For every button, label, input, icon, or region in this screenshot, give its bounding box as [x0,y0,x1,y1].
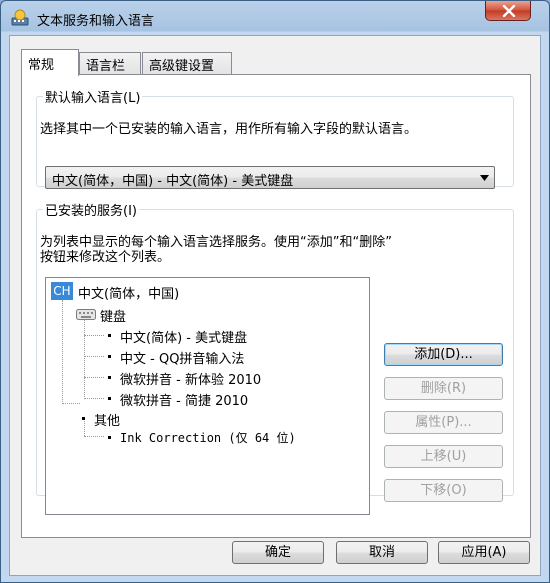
installed-services-legend: 已安装的服务(I) [45,204,137,219]
tree-item-language[interactable]: CH 中文(简体，中国) [46,278,246,304]
dialog-window: 文本服务和输入语言 常规 语言栏 高级键设置 默认输入语言(L) 选择其中一个已… [0,0,550,583]
tab-general[interactable]: 常规 [21,49,79,76]
bullet [108,334,111,337]
tree-item-keyboard-group[interactable]: 键盘 [76,304,196,326]
default-language-group: 默认输入语言(L) 选择其中一个已安装的输入语言，用作所有输入字段的默认语言。 … [36,87,514,189]
add-button[interactable]: 添加(D)... [384,343,503,366]
tree-guide [84,377,104,378]
bullet [108,436,111,439]
services-tree[interactable]: CH 中文(简体，中国) 键盘 中文(简体) - 美式键盘 中文 - QQ拼音输… [45,277,370,515]
tree-item-keyboard[interactable]: 中文(简体) - 美式键盘 [104,326,344,346]
keyboard-label: 微软拼音 - 新体验 2010 [120,373,262,388]
tree-guide [62,300,63,404]
tree-item-other-group[interactable]: 其他 [80,409,200,429]
close-icon [502,5,516,17]
installed-services-description-line2: 按钮来修改这个列表。 [40,250,171,265]
tree-guide [84,398,104,399]
chevron-down-icon [480,175,489,181]
installed-services-description-line1: 为列表中显示的每个输入语言选择服务。使用“添加”和“删除” [40,235,392,250]
keyboard-group-label: 键盘 [100,310,127,325]
bullet [108,397,111,400]
title-bar[interactable]: 文本服务和输入语言 [1,1,549,35]
tree-item-keyboard[interactable]: 中文 - QQ拼音输入法 [104,347,344,367]
remove-button[interactable]: 删除(R) [384,377,503,400]
installed-services-group: 已安装的服务(I) 为列表中显示的每个输入语言选择服务。使用“添加”和“删除” … [36,200,514,515]
keyboard-icon [76,309,96,320]
tree-item-keyboard[interactable]: 微软拼音 - 简捷 2010 [104,389,344,409]
tree-guide [84,316,85,399]
bullet [108,355,111,358]
move-up-button[interactable]: 上移(U) [384,445,503,468]
window-title: 文本服务和输入语言 [37,14,155,29]
other-service-label: Ink Correction (仅 64 位) [120,431,296,445]
tree-guide [84,335,104,336]
properties-button[interactable]: 属性(P)... [384,411,503,434]
cancel-button[interactable]: 取消 [336,541,428,564]
tab-panel-general: 默认输入语言(L) 选择其中一个已安装的输入语言，用作所有输入字段的默认语言。 … [21,74,531,538]
move-down-button[interactable]: 下移(O) [384,479,503,502]
keyboard-label: 中文 - QQ拼音输入法 [120,352,245,367]
default-language-legend: 默认输入语言(L) [45,91,141,106]
keyboard-label: 中文(简体) - 美式键盘 [120,331,248,346]
close-button[interactable] [485,1,531,21]
language-label: 中文(简体，中国) [78,287,180,302]
bullet [82,417,85,420]
bullet [108,376,111,379]
keyboard-label: 微软拼音 - 简捷 2010 [120,394,249,409]
default-language-description: 选择其中一个已安装的输入语言，用作所有输入字段的默认语言。 [40,122,418,137]
tree-guide [84,356,104,357]
language-badge: CH [51,282,73,300]
language-settings-icon [11,9,29,27]
apply-button[interactable]: 应用(A) [438,541,530,564]
default-language-value: 中文(简体，中国) - 中文(简体) - 美式键盘 [52,174,294,189]
ok-button[interactable]: 确定 [232,541,324,564]
tab-language-bar[interactable]: 语言栏 [79,52,141,74]
dialog-body: 常规 语言栏 高级键设置 默认输入语言(L) 选择其中一个已安装的输入语言，用作… [9,35,541,576]
tree-guide [62,403,80,404]
tree-item-keyboard[interactable]: 微软拼音 - 新体验 2010 [104,368,344,388]
other-group-label: 其他 [94,414,121,429]
default-language-select[interactable]: 中文(简体，中国) - 中文(简体) - 美式键盘 [45,166,495,189]
tree-item-other[interactable]: Ink Correction (仅 64 位) [104,428,344,448]
tab-advanced-key-settings[interactable]: 高级键设置 [142,52,232,74]
tree-guide [84,436,104,437]
